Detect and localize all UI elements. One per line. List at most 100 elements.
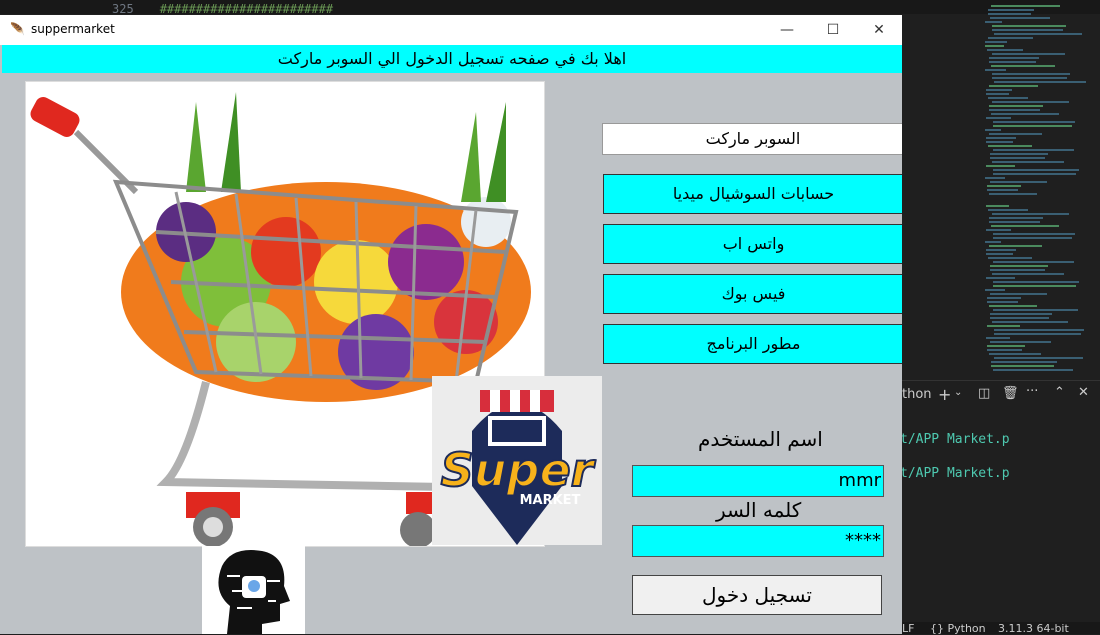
split-terminal-icon[interactable]: ◫ <box>978 386 990 401</box>
minimap-line <box>992 53 1065 55</box>
minimap-line <box>988 9 1034 11</box>
minimap-line <box>987 325 1020 327</box>
minimap-line <box>992 29 1063 31</box>
minimap-line <box>985 21 1002 23</box>
minimap-line <box>990 317 1049 319</box>
editor-minimap[interactable] <box>985 5 1095 205</box>
minimap-line <box>990 341 1051 343</box>
welcome-banner: اهلا بك في صفحه تسجيل الدخول الي السوبر … <box>2 45 902 73</box>
close-button[interactable]: ✕ <box>856 15 902 45</box>
minimap-line <box>992 77 1067 79</box>
minimap-line <box>989 245 1042 247</box>
status-bar: LF {} Python 3.11.3 64-bit <box>902 622 1100 635</box>
password-label: كلمه السر <box>716 498 802 522</box>
super-market-logo: Super MARKET <box>432 376 602 545</box>
minimap-line <box>993 281 1079 283</box>
minimap-line <box>985 129 1001 131</box>
minimap-line <box>994 333 1081 335</box>
terminal-tab-label[interactable]: thon <box>902 387 932 402</box>
minimap-line <box>993 233 1075 235</box>
terminal-line: t/APP Market.p <box>900 466 1010 481</box>
minimap-line <box>986 249 1016 251</box>
terminal-toolbar: thon + ⌄ ◫ 🗑 ··· ⌃ ✕ <box>902 380 1100 411</box>
whatsapp-button[interactable]: واتس اب <box>603 224 902 264</box>
minimap-line <box>992 321 1068 323</box>
ai-head-icon <box>218 550 290 634</box>
minimap-line <box>990 269 1045 271</box>
minimap-line <box>987 185 1021 187</box>
minimap-line <box>985 177 1005 179</box>
minimap-line <box>993 173 1076 175</box>
chevron-down-icon[interactable]: ⌄ <box>954 387 962 398</box>
minimap-line <box>987 49 1023 51</box>
window-title: suppermarket <box>31 22 115 36</box>
minimap-line <box>993 261 1074 263</box>
status-language[interactable]: {} Python <box>930 622 986 635</box>
more-icon[interactable]: ··· <box>1026 384 1038 399</box>
minimap-line <box>990 181 1047 183</box>
developer-image <box>202 546 305 634</box>
minimap-line <box>990 265 1048 267</box>
trash-icon[interactable]: 🗑 <box>1002 386 1019 401</box>
status-eol[interactable]: LF <box>902 622 914 635</box>
minimap-line <box>987 301 1018 303</box>
close-panel-icon[interactable]: ✕ <box>1078 385 1089 400</box>
minimap-line <box>990 153 1048 155</box>
add-terminal-icon[interactable]: + <box>938 385 951 404</box>
minimap-line <box>990 293 1047 295</box>
store-logo-icon: Super MARKET <box>432 376 602 545</box>
minimap-line <box>994 329 1084 331</box>
minimap-line <box>986 165 1015 167</box>
minimap-line <box>992 73 1070 75</box>
minimap-line <box>993 125 1072 127</box>
minimap-line <box>989 193 1037 195</box>
minimap-line <box>989 61 1036 63</box>
minimap-line <box>986 89 1012 91</box>
status-interpreter[interactable]: 3.11.3 64-bit <box>998 622 1069 635</box>
minimap-line <box>989 57 1039 59</box>
minimap-line <box>994 81 1086 83</box>
minimap-line <box>987 345 1025 347</box>
app-feather-icon: 🪶 <box>10 22 25 36</box>
minimap-line <box>992 101 1069 103</box>
minimap-line <box>993 169 1079 171</box>
minimap-line <box>994 357 1083 359</box>
minimap-line <box>989 133 1042 135</box>
editor-minimap-lower[interactable] <box>985 205 1095 380</box>
minimize-button[interactable]: — <box>764 15 810 45</box>
minimap-line <box>993 285 1076 287</box>
minimap-line <box>993 369 1073 371</box>
minimap-line <box>986 229 1011 231</box>
maximize-button[interactable]: ☐ <box>810 15 856 45</box>
developer-button[interactable]: مطور البرنامج <box>603 324 902 364</box>
social-media-button[interactable]: حسابات السوشيال ميديا <box>603 174 902 214</box>
minimap-line <box>989 85 1038 87</box>
minimap-line <box>991 65 1055 67</box>
terminal-line: t/APP Market.p <box>900 432 1010 447</box>
minimap-line <box>991 361 1057 363</box>
editor-code-line: 325 ######################## <box>112 2 333 16</box>
minimap-line <box>990 17 1050 19</box>
login-button[interactable]: تسجيل دخول <box>632 575 882 615</box>
chevron-up-icon[interactable]: ⌃ <box>1054 385 1065 400</box>
minimap-line <box>986 277 1015 279</box>
minimap-line <box>989 353 1041 355</box>
minimap-line <box>986 117 1011 119</box>
minimap-line <box>986 137 1016 139</box>
minimap-line <box>986 337 1010 339</box>
minimap-line <box>985 41 1007 43</box>
minimap-line <box>991 113 1059 115</box>
minimap-line <box>988 257 1032 259</box>
minimap-line <box>988 97 1028 99</box>
minimap-line <box>986 141 1013 143</box>
logo-market-text: MARKET <box>520 493 581 508</box>
minimap-line <box>992 25 1066 27</box>
minimap-line <box>988 145 1032 147</box>
username-input[interactable]: mmr <box>632 465 884 497</box>
store-name-field[interactable]: السوبر ماركت <box>602 123 902 155</box>
line-number: 325 <box>112 2 134 16</box>
minimap-line <box>989 109 1040 111</box>
minimap-line <box>993 121 1075 123</box>
password-input[interactable]: **** <box>632 525 884 557</box>
facebook-button[interactable]: فيس بوك <box>603 274 902 314</box>
